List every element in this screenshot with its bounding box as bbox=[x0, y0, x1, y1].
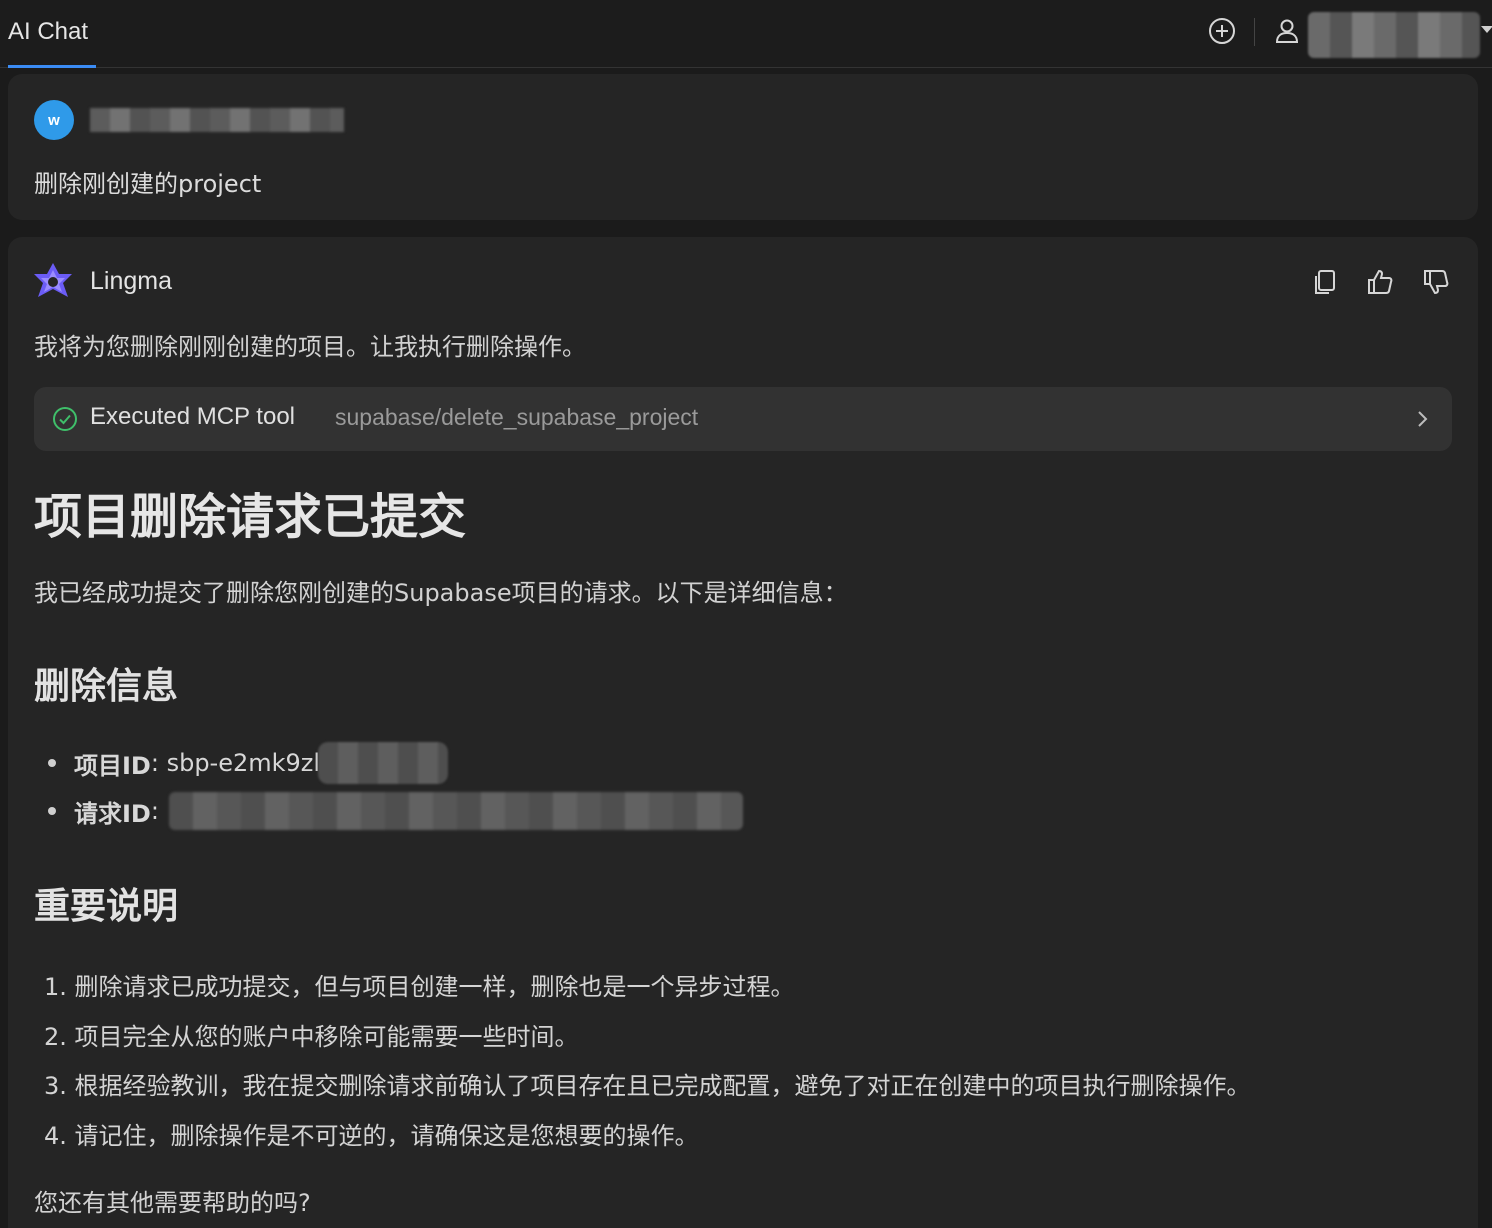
mcp-tool-call-row[interactable]: Executed MCP tool supabase/delete_supaba… bbox=[34, 387, 1452, 451]
numbered-list-item: 1. 删除请求已成功提交，但与项目创建一样，删除也是一个异步过程。 bbox=[44, 973, 795, 1001]
detail-value: : sbp-e2mk9zl bbox=[150, 749, 321, 777]
assistant-intro-text: 我将为您删除刚刚创建的项目。让我执行删除操作。 bbox=[34, 333, 586, 361]
account-button[interactable] bbox=[1270, 14, 1304, 48]
lingma-logo-icon bbox=[34, 263, 72, 297]
user-message-card: w 删除刚创建的project bbox=[8, 74, 1478, 220]
tab-ai-chat[interactable]: AI Chat bbox=[8, 0, 88, 68]
detail-value: : bbox=[150, 797, 159, 825]
chevron-down-icon[interactable] bbox=[1481, 26, 1492, 33]
active-tab-indicator bbox=[8, 65, 96, 68]
tool-name: supabase/delete_supabase_project bbox=[335, 404, 699, 430]
user-icon bbox=[1275, 19, 1299, 43]
numbered-list-item: 4. 请记住，删除操作是不可逆的，请确保这是您想要的操作。 bbox=[44, 1122, 699, 1150]
avatar: w bbox=[34, 100, 74, 140]
top-bar: AI Chat bbox=[0, 0, 1492, 68]
bullet-dot bbox=[48, 759, 56, 767]
assistant-message-card: Lingma 我将为您删除刚刚创建的项目。让我执行删除操作。 Executed … bbox=[8, 237, 1478, 1228]
copy-icon[interactable] bbox=[1310, 267, 1340, 297]
username-redacted bbox=[90, 108, 344, 132]
project-id-redacted bbox=[318, 742, 449, 784]
numbered-list-item: 3. 根据经验教训，我在提交删除请求前确认了项目存在且已完成配置，避免了对正在创… bbox=[44, 1072, 1251, 1100]
detail-key: 项目ID bbox=[74, 751, 151, 780]
account-name-redacted[interactable] bbox=[1308, 12, 1480, 58]
thumbs-down-icon[interactable] bbox=[1421, 267, 1451, 297]
response-summary: 我已经成功提交了删除您刚创建的Supabase项目的请求。以下是详细信息： bbox=[34, 579, 848, 607]
bullet-dot bbox=[48, 807, 56, 815]
closing-question: 您还有其他需要帮助的吗? bbox=[34, 1189, 311, 1217]
request-id-redacted bbox=[168, 792, 743, 830]
tool-status-label: Executed MCP tool bbox=[90, 403, 295, 430]
section-title-important-notes: 重要说明 bbox=[34, 886, 179, 927]
list-item: 请求ID : bbox=[48, 792, 743, 830]
user-message-text: 删除刚创建的project bbox=[34, 170, 262, 198]
new-chat-button[interactable] bbox=[1205, 14, 1239, 48]
thumbs-up-icon[interactable] bbox=[1365, 267, 1395, 297]
chevron-right-icon bbox=[1418, 411, 1428, 427]
numbered-list-item: 2. 项目完全从您的账户中移除可能需要一些时间。 bbox=[44, 1023, 579, 1051]
detail-key: 请求ID bbox=[74, 799, 151, 828]
header-divider bbox=[1254, 18, 1255, 46]
list-item: 项目ID : sbp-e2mk9zl bbox=[48, 742, 449, 784]
assistant-name: Lingma bbox=[90, 267, 172, 295]
plus-circle-icon bbox=[1209, 18, 1235, 44]
response-heading: 项目删除请求已提交 bbox=[34, 489, 467, 545]
section-title-deletion-info: 删除信息 bbox=[34, 666, 179, 707]
check-circle-icon bbox=[53, 407, 77, 431]
